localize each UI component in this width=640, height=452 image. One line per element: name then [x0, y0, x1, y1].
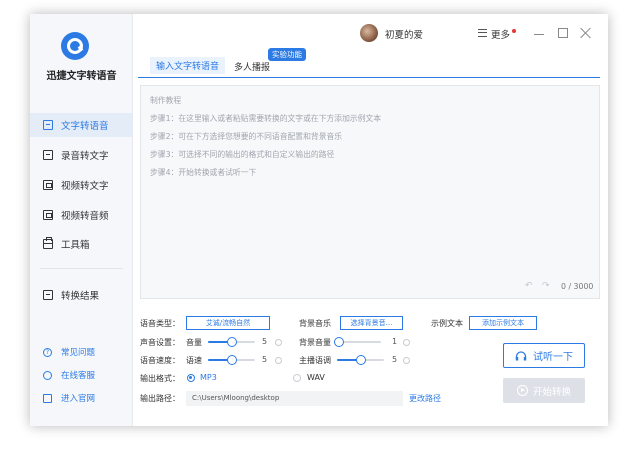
sidebar-item-video-to-audio[interactable]: 视频转音频 — [30, 203, 133, 227]
results-icon — [43, 290, 53, 300]
tutorial-step: 步骤2：可在下方选择您想要的不同语音配置和背景音乐 — [150, 132, 343, 141]
change-path-link[interactable]: 更改路径 — [409, 393, 441, 404]
sidebar-item-record-to-text[interactable]: 录音转文字 — [30, 143, 133, 167]
close-button[interactable] — [580, 27, 592, 39]
video-audio-icon — [43, 210, 53, 220]
pitch-slider[interactable] — [337, 355, 384, 365]
volume-value: 5 — [262, 337, 268, 346]
listen-button[interactable]: 试听一下 — [503, 343, 585, 368]
format-mp3-label[interactable]: MP3 — [200, 373, 217, 382]
headset-icon — [43, 370, 52, 380]
app-title: 迅捷文字转语音 — [46, 71, 117, 82]
menu-icon[interactable] — [478, 29, 487, 37]
tab-text-to-speech[interactable]: 输入文字转语音 — [150, 57, 226, 74]
voice-type-button[interactable]: 艾诚/流畅自然 — [186, 316, 270, 330]
char-counter: 0 / 3000 — [561, 282, 594, 291]
sidebar: 迅捷文字转语音 文字转语音 录音转文字 视频转文字 视频转音频 工具箱 转换结果… — [30, 14, 133, 426]
sound-settings-label: 声音设置： — [140, 338, 180, 347]
slider-knob[interactable] — [334, 337, 344, 347]
format-mp3-radio[interactable] — [187, 374, 195, 382]
redo-icon[interactable]: ↷ — [542, 281, 550, 291]
sidebar-item-label: 文字转语音 — [61, 121, 109, 132]
sidebar-item-text-to-speech[interactable]: 文字转语音 — [30, 113, 133, 137]
path-label: 输出路径： — [140, 394, 180, 403]
speed-label: 语音速度： — [140, 356, 180, 365]
more-menu-button[interactable]: 更多 — [491, 27, 510, 41]
headphones-icon — [515, 350, 527, 360]
start-convert-button[interactable]: 开始转换 — [503, 378, 585, 403]
title-bar: 初夏的爱 更多 — [133, 14, 608, 54]
bg-volume-label: 背景音量 — [299, 338, 331, 347]
avatar[interactable] — [360, 24, 378, 42]
bg-volume-slider[interactable] — [334, 337, 381, 347]
sidebar-item-video-to-text[interactable]: 视频转文字 — [30, 173, 133, 197]
app-logo-icon — [61, 32, 89, 60]
format-wav-radio[interactable] — [293, 374, 301, 382]
record-icon — [43, 150, 53, 160]
rate-value: 5 — [262, 355, 268, 364]
format-wav-label[interactable]: WAV — [307, 373, 325, 382]
minimize-button[interactable] — [534, 34, 544, 36]
tab-multi-speaker[interactable]: 多人播报 — [234, 60, 270, 73]
add-example-button[interactable]: 添加示例文本 — [469, 316, 537, 330]
format-label: 输出格式： — [140, 374, 180, 383]
help-faq[interactable]: ? 常见问题 — [30, 342, 133, 362]
sidebar-item-results[interactable]: 转换结果 — [30, 283, 133, 307]
sidebar-item-toolbox[interactable]: 工具箱 — [30, 232, 133, 256]
question-icon: ? — [43, 347, 52, 357]
volume-slider[interactable] — [208, 337, 255, 347]
pitch-value: 5 — [392, 355, 398, 364]
username[interactable]: 初夏的爱 — [385, 27, 423, 41]
text-input-area[interactable]: 制作教程 步骤1：在这里输入或者粘贴需要转换的文字或在下方添加示例文本 步骤2：… — [140, 85, 600, 299]
reset-pitch-icon[interactable] — [403, 357, 410, 364]
example-text-label: 示例文本 — [431, 319, 463, 328]
bg-music-label: 背景音乐 — [299, 319, 331, 328]
undo-icon[interactable]: ↶ — [525, 281, 533, 291]
sidebar-item-label: 录音转文字 — [61, 151, 109, 162]
bg-volume-value: 1 — [392, 337, 398, 346]
pitch-label: 主播语调 — [299, 356, 331, 365]
sidebar-item-label: 工具箱 — [61, 240, 90, 251]
reset-volume-icon[interactable] — [275, 339, 282, 346]
slider-knob[interactable] — [355, 355, 366, 365]
rate-label: 语速 — [186, 356, 202, 365]
video-text-icon — [43, 180, 53, 190]
tab-bar: 输入文字转语音 多人播报 实验功能 — [138, 48, 600, 78]
help-faq-label: 常见问题 — [61, 348, 96, 358]
monitor-icon — [43, 393, 52, 403]
app-window: 迅捷文字转语音 文字转语音 录音转文字 视频转文字 视频转音频 工具箱 转换结果… — [30, 14, 608, 426]
tutorial-title: 制作教程 — [150, 96, 182, 105]
slider-knob[interactable] — [226, 355, 237, 365]
volume-label: 音量 — [186, 338, 202, 347]
text-icon — [43, 120, 53, 130]
start-convert-label: 开始转换 — [532, 386, 571, 398]
reset-rate-icon[interactable] — [275, 357, 282, 364]
sidebar-divider — [40, 268, 123, 269]
bg-music-button[interactable]: 选择背景音... — [340, 316, 403, 330]
reset-bg-volume-icon[interactable] — [403, 339, 410, 346]
maximize-button[interactable] — [558, 28, 568, 38]
help-service-label: 在线客服 — [61, 371, 96, 381]
notification-dot — [512, 29, 516, 33]
experimental-badge: 实验功能 — [268, 48, 306, 61]
sidebar-item-label: 转换结果 — [61, 291, 100, 302]
tutorial-step: 步骤3：可选择不同的输出的格式和自定义输出的路径 — [150, 150, 335, 159]
output-path-field[interactable]: C:\Users\Mloong\desktop — [186, 391, 403, 406]
slider-knob[interactable] — [226, 337, 237, 347]
toolbox-icon — [43, 237, 53, 249]
rate-slider[interactable] — [208, 355, 255, 365]
help-website[interactable]: 进入官网 — [30, 388, 133, 408]
voice-type-label: 语音类型： — [140, 319, 180, 328]
tutorial-step: 步骤4：开始转换或者试听一下 — [150, 168, 257, 177]
sidebar-item-label: 视频转文字 — [61, 181, 109, 192]
help-website-label: 进入官网 — [61, 394, 96, 404]
tutorial-step: 步骤1：在这里输入或者粘贴需要转换的文字或在下方添加示例文本 — [150, 114, 382, 123]
help-service[interactable]: 在线客服 — [30, 365, 133, 385]
listen-button-label: 试听一下 — [533, 352, 573, 363]
play-icon — [516, 385, 528, 396]
sidebar-item-label: 视频转音频 — [61, 211, 109, 222]
